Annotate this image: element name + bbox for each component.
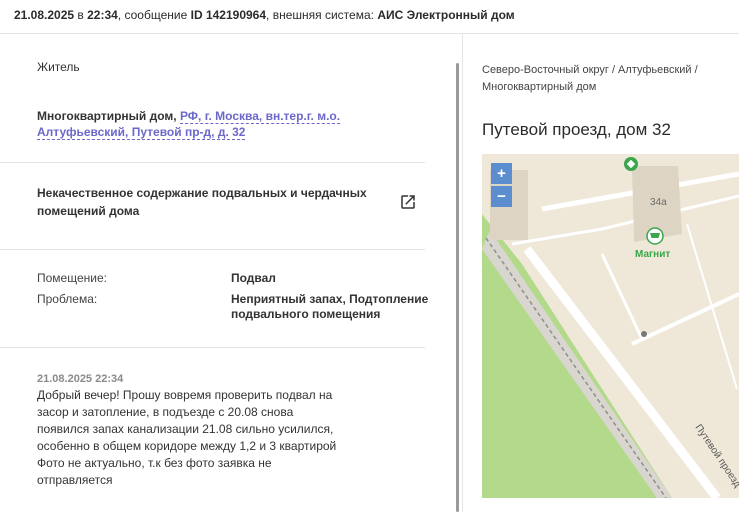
header-bar: 21.08.2025 в 22:34, сообщение ID 1421909…: [0, 0, 739, 34]
store-label: Магнит: [635, 249, 670, 260]
applicant-role: Житель: [37, 60, 80, 74]
header-message-id: ID 142190964: [190, 8, 267, 22]
detail-value-problem: Неприятный запах, Подтопление подвальног…: [231, 292, 429, 321]
zoom-in-button[interactable]: +: [491, 163, 512, 184]
header-time: 22:34: [87, 8, 118, 22]
detail-label-room: Помещение:: [37, 271, 107, 285]
map[interactable]: 34а Магнит Путевой проезд + −: [482, 154, 739, 498]
zoom-out-button[interactable]: −: [491, 186, 512, 207]
external-link-icon[interactable]: [399, 193, 417, 211]
header-message-label: , сообщение: [117, 8, 188, 22]
address-prefix: Многоквартирный дом,: [37, 109, 180, 123]
map-canvas: 34а Магнит Путевой проезд: [482, 154, 739, 498]
detail-value-room: Подвал: [231, 271, 276, 285]
scrollbar[interactable]: [456, 63, 459, 512]
divider: [0, 347, 425, 348]
header-date: 21.08.2025: [14, 8, 75, 22]
panel-divider: [462, 34, 463, 512]
header-in: в: [77, 8, 84, 22]
building-number-label: 34а: [650, 197, 667, 208]
divider: [0, 162, 425, 163]
message-timestamp: 21.08.2025 22:34: [37, 373, 124, 385]
breadcrumb: Северо-Восточный округ / Алтуфьевский / …: [482, 64, 698, 93]
detail-label-problem: Проблема:: [37, 292, 98, 306]
request-panel: Житель Многоквартирный дом, РФ, г. Москв…: [0, 34, 462, 512]
issue-title: Некачественное содержание подвальных и ч…: [37, 186, 367, 218]
address-block: Многоквартирный дом, РФ, г. Москва, вн.т…: [37, 108, 427, 140]
map-title: Путевой проезд, дом 32: [482, 120, 671, 139]
header-system-label: , внешняя система:: [266, 8, 374, 22]
header-system-name: АИС Электронный дом: [377, 8, 515, 22]
message-text: Добрый вечер! Прошу вовремя проверить по…: [37, 388, 337, 487]
poi-icon: [641, 331, 647, 337]
divider: [0, 249, 425, 250]
